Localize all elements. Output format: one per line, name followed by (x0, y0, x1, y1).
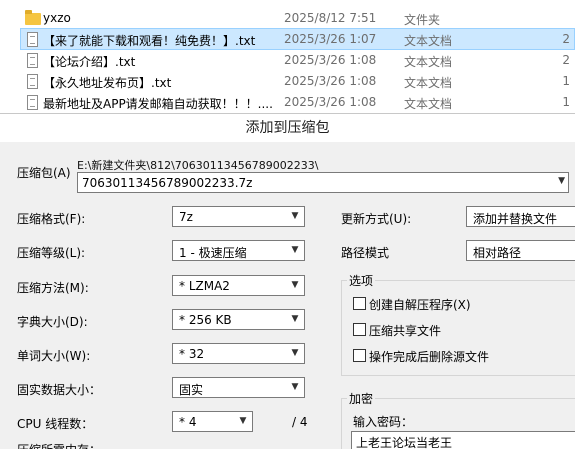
file-name: 【永久地址发布页】.txt (43, 76, 172, 90)
options-group-title: 选项 (347, 272, 376, 289)
folder-icon (25, 10, 41, 25)
file-type: 文件夹 (404, 13, 441, 27)
add-to-archive-dialog: 添加到压缩包 压缩包(A) E:\新建文件夹\812\7063011345678… (0, 114, 575, 449)
path-mode-select[interactable]: 相对路径 (466, 240, 575, 261)
solid-size-value: 固实 (179, 383, 204, 397)
password-input[interactable]: 上老王论坛当老王 (351, 431, 575, 449)
sfx-checkbox[interactable] (353, 297, 366, 310)
delete-after-checkbox[interactable] (353, 349, 366, 362)
format-value: 7z (179, 210, 193, 224)
dialog-title: 添加到压缩包 (0, 114, 575, 142)
file-date: 2025/3/26 1:08 (284, 74, 377, 88)
cpu-threads-label: CPU 线程数： (17, 417, 94, 431)
level-label: 压缩等级(L): (17, 246, 86, 260)
solid-size-label: 固实数据大小： (17, 383, 102, 397)
cpu-threads-total: / 4 (292, 415, 308, 429)
chevron-down-icon: ▼ (239, 416, 247, 426)
chevron-down-icon: ▼ (291, 211, 299, 221)
solid-size-select[interactable]: 固实 ▼ (172, 377, 305, 398)
update-mode-select[interactable]: 添加并替换文件 (466, 206, 575, 227)
file-type: 文本文档 (404, 97, 453, 111)
file-row[interactable]: 【来了就能下载和观看！纯免费！】.txt 2025/3/26 1:07 文本文档… (20, 28, 575, 50)
archive-name-combo[interactable]: 70630113456789002233.7z ▼ (77, 172, 569, 193)
file-date: 2025/3/26 1:08 (284, 53, 377, 67)
dict-size-value: * 256 KB (179, 313, 232, 327)
file-row[interactable]: 【永久地址发布页】.txt 2025/3/26 1:08 文本文档 1 (20, 70, 575, 92)
level-value: 1 - 极速压缩 (179, 246, 247, 260)
update-mode-value: 添加并替换文件 (473, 212, 558, 226)
archive-directory: E:\新建文件夹\812\70630113456789002233\ (77, 159, 319, 172)
file-size: 2 (562, 32, 570, 46)
file-name: 最新地址及APP请发邮箱自动获取！！！.... (43, 97, 273, 111)
text-file-icon (27, 53, 38, 68)
chevron-down-icon: ▼ (291, 382, 299, 392)
delete-after-checkbox-label: 操作完成后删除源文件 (369, 350, 490, 364)
file-type: 文本文档 (404, 34, 453, 48)
password-value: 上老王论坛当老王 (356, 436, 453, 449)
file-size: 1 (562, 95, 570, 109)
file-type: 文本文档 (404, 55, 453, 69)
chevron-down-icon: ▼ (291, 314, 299, 324)
file-list: yxzo 2025/8/12 7:51 文件夹 【来了就能下载和观看！纯免费！】… (0, 0, 575, 114)
chevron-down-icon: ▼ (291, 348, 299, 358)
chevron-down-icon[interactable]: ▼ (558, 176, 565, 186)
cpu-threads-select[interactable]: * 4 ▼ (172, 411, 253, 432)
path-mode-label: 路径模式 (341, 246, 390, 260)
level-select[interactable]: 1 - 极速压缩 ▼ (172, 240, 305, 261)
cpu-threads-value: * 4 (179, 415, 197, 429)
shared-files-checkbox-label: 压缩共享文件 (369, 324, 442, 338)
memory-label: 压缩所需内存： (17, 441, 101, 449)
archive-label: 压缩包(A) (17, 166, 71, 180)
text-file-icon (27, 95, 38, 110)
word-size-value: * 32 (179, 347, 205, 361)
update-mode-label: 更新方式(U): (341, 212, 412, 226)
file-row[interactable]: 【论坛介绍】.txt 2025/3/26 1:08 文本文档 2 (20, 49, 575, 71)
word-size-label: 单词大小(W): (17, 349, 91, 363)
file-row[interactable]: 最新地址及APP请发邮箱自动获取！！！.... 2025/3/26 1:08 文… (20, 91, 575, 113)
chevron-down-icon: ▼ (291, 280, 299, 290)
method-value: * LZMA2 (179, 279, 230, 293)
dict-size-label: 字典大小(D): (17, 315, 88, 329)
file-name: yxzo (43, 11, 71, 25)
file-size: 2 (562, 53, 570, 67)
dict-size-select[interactable]: * 256 KB ▼ (172, 309, 305, 330)
method-select[interactable]: * LZMA2 ▼ (172, 275, 305, 296)
file-type: 文本文档 (404, 76, 453, 90)
file-name: 【来了就能下载和观看！纯免费！】.txt (43, 34, 256, 48)
format-label: 压缩格式(F): (17, 212, 86, 226)
sfx-checkbox-label: 创建自解压程序(X) (369, 298, 471, 312)
file-name: 【论坛介绍】.txt (43, 55, 136, 69)
chevron-down-icon: ▼ (291, 245, 299, 255)
text-file-icon (27, 32, 38, 47)
password-label: 输入密码： (353, 415, 414, 429)
file-date: 2025/3/26 1:08 (284, 95, 377, 109)
file-date: 2025/3/26 1:07 (284, 32, 377, 46)
archive-name-value: 70630113456789002233.7z (82, 176, 253, 190)
file-size: 1 (562, 74, 570, 88)
format-select[interactable]: 7z ▼ (172, 206, 305, 227)
word-size-select[interactable]: * 32 ▼ (172, 343, 305, 364)
file-row-yxzo[interactable]: yxzo 2025/8/12 7:51 文件夹 (20, 7, 575, 29)
method-label: 压缩方法(M): (17, 281, 89, 295)
encryption-group-title: 加密 (347, 390, 376, 407)
shared-files-checkbox[interactable] (353, 323, 366, 336)
text-file-icon (27, 74, 38, 89)
file-date: 2025/8/12 7:51 (284, 11, 377, 25)
path-mode-value: 相对路径 (473, 246, 522, 260)
